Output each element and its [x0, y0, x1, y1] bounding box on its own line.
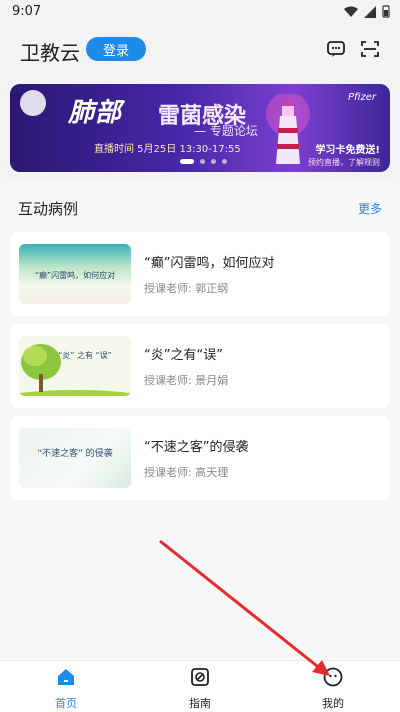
case-thumbnail: “炎” 之有 “误”: [19, 336, 131, 396]
case-thumbnail: “癫”闪雷鸣，如何应对: [19, 244, 131, 304]
tab-mine[interactable]: 我的: [293, 667, 373, 711]
banner-brand: Pfizer: [347, 92, 376, 103]
case-title: “癫”闪雷鸣，如何应对: [144, 256, 275, 271]
tab-mine-label: 我的: [322, 697, 344, 710]
message-icon[interactable]: [323, 36, 349, 62]
login-button[interactable]: 登录: [86, 37, 146, 61]
case-item[interactable]: “癫”闪雷鸣，如何应对 “癫”闪雷鸣，如何应对 授课老师: 郭正纲: [10, 232, 390, 316]
tab-home-label: 首页: [55, 697, 77, 710]
app-title: 卫教云: [20, 41, 80, 65]
more-link[interactable]: 更多: [358, 200, 382, 217]
banner-subtitle: — 专题论坛: [194, 124, 258, 138]
section-title: 互动病例: [18, 200, 79, 218]
status-bar: 9:07: [0, 0, 400, 24]
app-header: 卫教云 登录: [0, 24, 400, 76]
case-item[interactable]: “不速之客” 的侵袭 “不速之客”的侵袭 授课老师: 高天理: [10, 416, 390, 500]
thumbnail-text: “炎” 之有 “误”: [58, 351, 112, 360]
tree-image: [19, 344, 131, 396]
guide-icon: [191, 668, 209, 686]
home-icon: [58, 669, 74, 685]
wifi-icon: [344, 6, 358, 17]
case-thumbnail: “不速之客” 的侵袭: [19, 428, 131, 488]
signal-icon: [364, 5, 376, 18]
banner-logo-icon: [20, 90, 46, 116]
status-icons: [344, 5, 390, 18]
thumbnail-text: “癫”闪雷鸣，如何应对: [34, 271, 116, 280]
banner-title-part1: 肺部: [68, 98, 123, 128]
case-section: 互动病例 更多 “癫”闪雷鸣，如何应对 “癫”闪雷鸣，如何应对 授课老师: 郭正…: [0, 180, 400, 660]
banner-promo-sub: 预约直播，了解规则: [308, 158, 380, 167]
banner-date: 直播时间 5月25日 13:30-17:55: [94, 144, 241, 155]
case-title: “炎”之有“误”: [144, 348, 223, 363]
promo-banner[interactable]: 肺部 雷菌感染 — 专题论坛 直播时间 5月25日 13:30-17:55 Pf…: [10, 84, 390, 172]
banner-promo: 学习卡免费送!: [315, 145, 380, 156]
case-title: “不速之客”的侵袭: [144, 440, 249, 455]
tab-guide[interactable]: 指南: [160, 667, 240, 711]
tab-home[interactable]: 首页: [26, 667, 106, 711]
battery-icon: [382, 5, 390, 18]
thumbnail-text: “不速之客” 的侵袭: [37, 449, 113, 459]
banner-pagination: [180, 159, 227, 164]
status-time: 9:07: [12, 4, 42, 19]
case-teacher: 授课老师: 景月娟: [144, 374, 229, 387]
profile-icon: [323, 667, 343, 687]
case-teacher: 授课老师: 高天理: [144, 466, 229, 479]
scan-icon[interactable]: [357, 36, 383, 62]
bottom-tab-bar: 首页 指南 我的: [0, 660, 400, 712]
case-item[interactable]: “炎” 之有 “误” “炎”之有“误” 授课老师: 景月娟: [10, 324, 390, 408]
tab-guide-label: 指南: [189, 697, 211, 710]
case-teacher: 授课老师: 郭正纲: [144, 282, 229, 295]
